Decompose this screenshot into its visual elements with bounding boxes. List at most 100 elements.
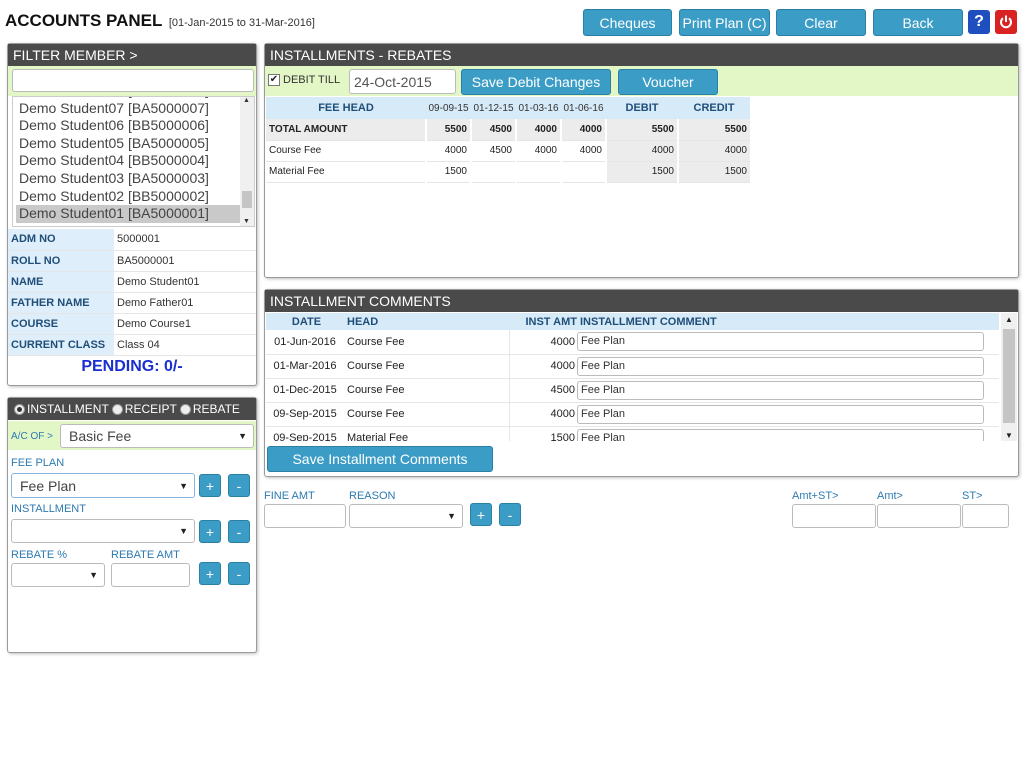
fine-remove-button[interactable]: - — [499, 503, 521, 526]
print-plan-button[interactable]: Print Plan (C) — [679, 9, 770, 36]
installment-remove-button[interactable]: - — [228, 520, 250, 543]
info-key: ADM NO — [8, 229, 114, 251]
installment-comment-input[interactable]: Fee Plan — [577, 380, 984, 400]
radio-circle-icon[interactable] — [111, 403, 123, 415]
debit-till-date-input[interactable] — [349, 69, 456, 94]
comment-head: Course Fee — [344, 354, 509, 379]
rebate-remove-button[interactable]: - — [228, 562, 250, 585]
radio-label: REBATE — [192, 402, 240, 416]
fee-amount-cell: 4500 — [470, 140, 516, 162]
fee-head-cell: Course Fee — [266, 140, 426, 162]
fee-table-header: 01-06-16 — [561, 97, 606, 119]
chevron-down-icon: ▼ — [447, 511, 456, 521]
entry-type-radios: INSTALLMENT RECEIPT REBATE — [8, 398, 256, 420]
student-list-item[interactable]: Demo Student05 [BA5000005] — [16, 135, 241, 153]
student-list-item[interactable]: Demo Student04 [BB5000004] — [16, 152, 241, 170]
radio-installment[interactable]: INSTALLMENT — [14, 398, 109, 420]
installment-add-button[interactable]: + — [199, 520, 221, 543]
page-title-text: ACCOUNTS PANEL — [5, 11, 163, 30]
fee-plan-remove-button[interactable]: - — [228, 474, 250, 497]
comment-row: 01-Dec-2015 Course Fee 4500 Fee Plan — [266, 378, 999, 403]
fee-amount-cell — [560, 161, 606, 183]
student-list-item[interactable]: Demo Student02 [BB5000002] — [16, 188, 241, 206]
comments-table-header: HEAD — [347, 315, 379, 328]
comment-date: 01-Mar-2016 — [266, 354, 344, 379]
fee-amount-cell: 4500 — [470, 119, 516, 141]
fee-plan-add-button[interactable]: + — [199, 474, 221, 497]
power-icon[interactable] — [995, 10, 1017, 34]
student-list-item[interactable]: Demo Student03 [BA5000003] — [16, 170, 241, 188]
reason-label: REASON — [349, 490, 396, 502]
member-search-input[interactable] — [12, 69, 254, 92]
rebate-add-button[interactable]: + — [199, 562, 221, 585]
comment-inst-amt: 4500 — [508, 378, 577, 403]
ac-of-value: Basic Fee — [69, 428, 132, 444]
st-input[interactable] — [962, 504, 1009, 528]
rebate-amt-input[interactable] — [111, 563, 190, 587]
fee-amount-cell: 5500 — [425, 119, 471, 141]
fee-amount-cell — [515, 161, 561, 183]
info-key: CURRENT CLASS — [8, 334, 114, 356]
radio-circle-icon[interactable] — [179, 403, 191, 415]
cheques-button[interactable]: Cheques — [583, 9, 672, 36]
fee-amount-cell: 5500 — [677, 119, 750, 141]
filter-panel-header: FILTER MEMBER > — [8, 44, 256, 66]
installment-comment-input[interactable]: Fee Plan — [577, 428, 984, 441]
entry-panel: INSTALLMENT RECEIPT REBATE A/C OF > Basic … — [7, 397, 257, 653]
comment-inst-amt: 4000 — [508, 330, 577, 355]
radio-circle-icon[interactable] — [14, 403, 25, 415]
reason-select[interactable]: ▼ — [349, 504, 463, 528]
fee-table-header: DEBIT — [606, 97, 678, 119]
comment-date: 01-Dec-2015 — [266, 378, 344, 403]
fine-amt-input[interactable] — [264, 504, 346, 528]
comment-inst-amt: 1500 — [508, 426, 577, 441]
comments-table-wrap: DATE HEAD INST AMT INSTALLMENT COMMENT 01-J… — [266, 313, 999, 441]
installment-comment-input[interactable]: Fee Plan — [577, 332, 984, 352]
comment-head: Material Fee — [344, 426, 509, 441]
fine-add-button[interactable]: + — [470, 503, 492, 526]
fee-amount-cell: 4000 — [560, 140, 606, 162]
installment-comments-panel: INSTALLMENT COMMENTS DATE HEAD INST AMT INS… — [264, 289, 1019, 477]
fee-plan-select[interactable]: Fee Plan ▼ — [11, 473, 195, 498]
comments-scrollbar[interactable]: ▲ ▼ — [1001, 313, 1017, 441]
radio-receipt[interactable]: RECEIPT — [111, 398, 177, 420]
info-key: NAME — [8, 271, 114, 293]
student-list[interactable]: Demo Student08 [BB5000008]Demo Student07… — [12, 96, 255, 227]
save-debit-changes-button[interactable]: Save Debit Changes — [461, 69, 611, 95]
clear-button[interactable]: Clear — [776, 9, 866, 36]
fee-amount-cell: 1500 — [677, 161, 750, 183]
amt-st-input[interactable] — [792, 504, 876, 528]
radio-rebate[interactable]: REBATE — [179, 398, 240, 420]
fee-amount-cell: 5500 — [605, 119, 678, 141]
installment-select[interactable]: ▼ — [11, 519, 195, 543]
ac-of-select[interactable]: Basic Fee ▼ — [60, 424, 254, 448]
filter-member-panel: FILTER MEMBER > Demo Student08 [BB500000… — [7, 43, 257, 386]
amt-label: Amt> — [877, 490, 903, 502]
list-scrollbar[interactable]: ▲ ▼ — [240, 97, 254, 226]
voucher-button[interactable]: Voucher — [618, 69, 718, 95]
amt-input[interactable] — [877, 504, 961, 528]
student-list-item[interactable]: Demo Student01 [BA5000001] — [16, 205, 241, 223]
comment-row: 01-Jun-2016 Course Fee 4000 Fee Plan — [266, 330, 999, 355]
fee-amount-cell: 1500 — [605, 161, 678, 183]
member-info-table: ADM NO 5000001 ROLL NO BA5000001 NAME Demo St… — [8, 229, 256, 356]
info-key: FATHER NAME — [8, 292, 114, 314]
fee-amount-cell: 1500 — [425, 161, 471, 183]
fee-amount-cell: 4000 — [605, 140, 678, 162]
save-installment-comments-button[interactable]: Save Installment Comments — [267, 446, 493, 472]
installment-comment-input[interactable]: Fee Plan — [577, 356, 984, 376]
debit-till-checkbox[interactable]: ✔ — [268, 74, 280, 86]
info-value: Demo Father01 — [114, 292, 256, 314]
back-button[interactable]: Back — [873, 9, 963, 36]
student-list-item[interactable]: Demo Student06 [BB5000006] — [16, 117, 241, 135]
rebate-pct-select[interactable]: ▼ — [11, 563, 105, 587]
student-list-item[interactable]: Demo Student07 [BA5000007] — [16, 100, 241, 118]
installment-label: INSTALLMENT — [11, 503, 86, 515]
comment-date: 09-Sep-2015 — [266, 426, 344, 441]
comment-inst-amt: 4000 — [508, 354, 577, 379]
info-value: Class 04 — [114, 334, 256, 356]
info-row: COURSE Demo Course1 — [8, 313, 256, 335]
comment-date: 09-Sep-2015 — [266, 402, 344, 427]
installment-comment-input[interactable]: Fee Plan — [577, 404, 984, 424]
help-icon[interactable]: ? — [968, 10, 990, 34]
